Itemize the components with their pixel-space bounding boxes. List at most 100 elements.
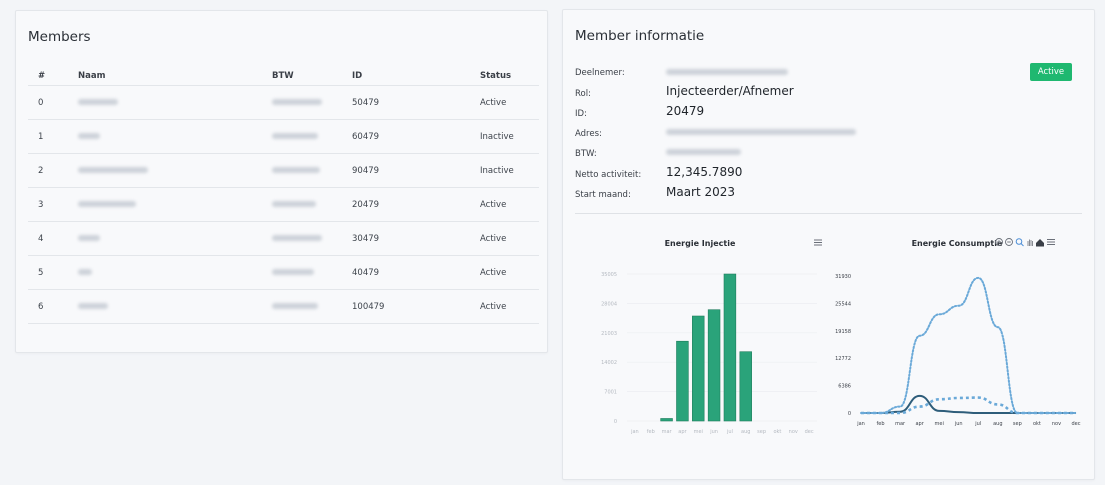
home-icon[interactable] [1036, 239, 1044, 247]
row-status: Active [480, 221, 539, 256]
btw-redacted [272, 269, 314, 275]
col-header-naam: Naam [78, 67, 272, 86]
row-naam [78, 153, 272, 188]
row-btw [272, 153, 352, 188]
chart-menu-icon[interactable] [1047, 239, 1055, 245]
table-row[interactable]: 2 90479 Inactive [28, 153, 539, 188]
y-tick-label: 31930 [835, 274, 851, 280]
naam-redacted [78, 133, 100, 139]
x-tick-label: jun [954, 421, 963, 427]
member-info-card: Member informatie Active Deelnemer: Rol:… [562, 9, 1095, 480]
x-tick-label: apr [915, 421, 924, 427]
series-line-2[interactable] [860, 276, 1077, 414]
members-title: Members [28, 29, 91, 45]
adres-value-redacted [666, 129, 856, 135]
x-tick-label: sep [1013, 421, 1022, 427]
bar[interactable] [692, 315, 705, 422]
naam-redacted [78, 201, 136, 207]
x-tick-label: aug [741, 429, 750, 435]
table-row[interactable]: 4 30479 Active [28, 221, 539, 256]
x-tick-label: mei [935, 421, 944, 427]
row-status: Active [480, 289, 539, 324]
row-num: 6 [28, 289, 78, 324]
row-num: 4 [28, 221, 78, 256]
btw-redacted [272, 201, 316, 207]
label-netto: Netto activiteit: [575, 170, 642, 180]
x-tick-label: mar [662, 429, 673, 435]
chart-title: Energie Consumptie [912, 239, 1003, 248]
x-tick-label: okt [1033, 421, 1041, 427]
y-tick-label: 6386 [838, 384, 851, 390]
label-deelnemer: Deelnemer: [575, 68, 625, 78]
naam-redacted [78, 99, 118, 105]
energie-injectie-chart: Energie Injectie 0 7001 14002 21003 28004 350… [601, 238, 823, 435]
btw-redacted [272, 133, 318, 139]
col-header-id: ID [352, 67, 480, 86]
zoom-out-icon[interactable] [1005, 238, 1013, 246]
btw-redacted [272, 99, 322, 105]
label-rol: Rol: [575, 89, 591, 99]
col-header-num: # [28, 67, 78, 86]
x-tick-label: jul [726, 429, 733, 435]
row-naam [78, 255, 272, 290]
bar[interactable] [723, 273, 737, 422]
divider [575, 213, 1082, 214]
row-naam [78, 221, 272, 256]
naam-redacted [78, 269, 92, 275]
y-tick-label: 7001 [604, 390, 617, 396]
label-adres: Adres: [575, 129, 602, 139]
x-tick-label: feb [647, 429, 655, 435]
naam-redacted [78, 303, 108, 309]
btw-redacted [272, 167, 320, 173]
members-card: Members # Naam BTW ID Status 0 50479 Activ… [15, 10, 548, 353]
y-tick-label: 21003 [601, 331, 617, 337]
x-tick-label: mar [895, 421, 906, 427]
bar[interactable] [660, 418, 673, 422]
magnify-icon[interactable] [1015, 238, 1024, 247]
x-tick-label: dec [1072, 421, 1081, 427]
netto-value: 12,345.7890 [666, 165, 743, 179]
row-status: Active [480, 187, 539, 222]
col-header-status: Status [480, 67, 539, 86]
members-table: # Naam BTW ID Status 0 50479 Active 1 60479 I… [28, 67, 539, 324]
energie-consumptie-chart: Energie Consumptie 0 6386 12772 19158 25544 3… [835, 238, 1081, 427]
chart-menu-icon[interactable] [813, 238, 823, 246]
row-id: 40479 [352, 255, 480, 290]
row-naam [78, 289, 272, 324]
x-tick-label: feb [877, 421, 885, 427]
series-line-1[interactable] [860, 396, 1076, 415]
row-btw [272, 255, 352, 290]
bar[interactable] [676, 340, 689, 422]
bar[interactable] [739, 351, 752, 422]
row-status: Active [480, 85, 539, 120]
y-tick-label: 28004 [601, 301, 617, 307]
status-badge: Active [1030, 63, 1072, 81]
x-tick-label: mei [694, 429, 703, 435]
y-tick-label: 0 [614, 419, 617, 425]
table-row[interactable]: 6 100479 Active [28, 289, 539, 324]
row-num: 3 [28, 187, 78, 222]
pan-hand-icon[interactable] [1027, 239, 1033, 247]
row-id: 90479 [352, 153, 480, 188]
rol-value: Injecteerder/Afnemer [666, 84, 794, 98]
row-id: 100479 [352, 289, 480, 324]
label-start: Start maand: [575, 190, 631, 200]
x-tick-label: jan [630, 429, 639, 435]
table-row[interactable]: 5 40479 Active [28, 255, 539, 290]
row-id: 50479 [352, 85, 480, 120]
table-row[interactable]: 1 60479 Inactive [28, 119, 539, 154]
row-btw [272, 221, 352, 256]
y-tick-label: 19158 [835, 329, 851, 335]
x-tick-label: dec [805, 429, 814, 435]
label-btw: BTW: [575, 149, 597, 159]
y-tick-label: 14002 [601, 360, 617, 366]
row-btw [272, 85, 352, 120]
row-num: 1 [28, 119, 78, 154]
table-row[interactable]: 0 50479 Active [28, 85, 539, 120]
row-btw [272, 187, 352, 222]
table-row[interactable]: 3 20479 Active [28, 187, 539, 222]
row-status: Inactive [480, 119, 539, 154]
row-num: 0 [28, 85, 78, 120]
row-num: 2 [28, 153, 78, 188]
bar[interactable] [707, 309, 721, 422]
